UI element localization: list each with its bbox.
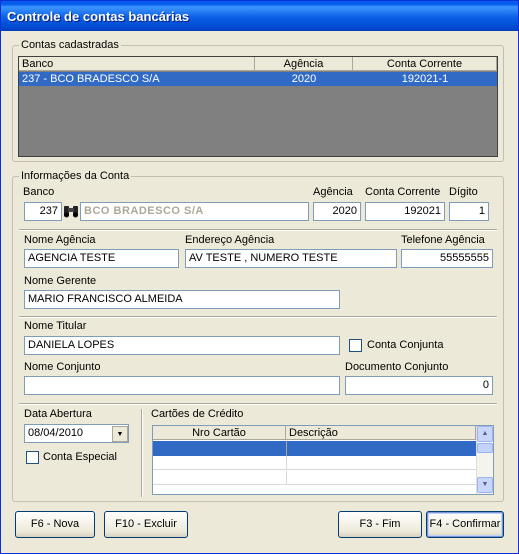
contas-cadastradas-legend: Contas cadastradas (19, 39, 121, 51)
table-row[interactable]: 237 - BCO BRADESCO S/A 2020 192021-1 (19, 72, 497, 86)
table-row[interactable] (153, 441, 476, 456)
telefone-agencia-field[interactable]: 55555555 (401, 249, 493, 268)
telefone-agencia-label: Telefone Agência (401, 234, 485, 246)
cartoes-scrollbar[interactable]: ▲ ▼ (476, 426, 493, 494)
cell-banco: 237 - BCO BRADESCO S/A (22, 73, 160, 85)
cartoes-grid[interactable]: Nro Cartão Descrição ▲ ▼ (152, 425, 494, 495)
cartoes-credito-label: Cartões de Crédito (151, 408, 244, 420)
documento-conjunto-label: Documento Conjunto (345, 361, 449, 373)
window-client: Contas cadastradas Banco Agência Conta C… (4, 31, 515, 551)
banco-codigo-field[interactable]: 237 (24, 202, 62, 221)
nome-conjunto-field[interactable] (24, 376, 340, 395)
grid-header-banco[interactable]: Banco (19, 57, 255, 71)
grid-header-conta[interactable]: Conta Corrente (353, 57, 497, 71)
nome-agencia-field[interactable]: AGENCIA TESTE (24, 249, 179, 268)
data-abertura-label: Data Abertura (24, 408, 92, 420)
digito-label: Dígito (449, 186, 478, 198)
banco-nome-field: BCO BRADESCO S/A (80, 202, 309, 221)
digito-field[interactable]: 1 (449, 202, 489, 221)
banco-label: Banco (23, 186, 55, 198)
documento-conjunto-field[interactable]: 0 (345, 376, 493, 395)
vertical-separator (141, 409, 143, 497)
contas-grid[interactable]: Banco Agência Conta Corrente 237 - BCO B… (18, 56, 498, 157)
table-row[interactable] (153, 471, 476, 485)
nome-gerente-label: Nome Gerente (24, 275, 97, 287)
separator (19, 316, 497, 318)
cell-conta: 192021-1 (401, 73, 449, 85)
separator (19, 229, 497, 231)
nova-button[interactable]: F6 - Nova (15, 511, 95, 538)
binoculars-icon[interactable] (63, 204, 79, 219)
grid-header-descricao[interactable]: Descrição (286, 426, 476, 440)
nome-gerente-field[interactable]: MARIO FRANCISCO ALMEIDA (24, 290, 340, 309)
conta-especial-checkbox[interactable] (26, 451, 39, 464)
confirmar-button[interactable]: F4 - Confirmar (426, 511, 504, 538)
informacoes-conta-legend: Informações da Conta (19, 170, 132, 182)
endereco-agencia-field[interactable]: AV TESTE , NUMERO TESTE (185, 249, 397, 268)
grid-header-nro-cartao[interactable]: Nro Cartão (153, 426, 286, 440)
title-bar[interactable]: Controle de contas bancárias (1, 1, 518, 31)
agencia-label: Agência (313, 186, 353, 198)
data-abertura-value: 08/04/2010 (28, 427, 84, 439)
chevron-down-icon[interactable]: ▼ (112, 426, 128, 442)
contas-cadastradas-group: Contas cadastradas Banco Agência Conta C… (12, 39, 504, 162)
table-row[interactable] (153, 456, 476, 470)
conta-conjunta-checkbox[interactable] (349, 339, 362, 352)
conta-conjunta-label[interactable]: Conta Conjunta (367, 339, 443, 351)
separator (19, 403, 497, 405)
window-title: Controle de contas bancárias (7, 9, 190, 24)
informacoes-conta-group: Informações da Conta Banco 237 BCO BRADE… (12, 170, 504, 502)
conta-corrente-label: Conta Corrente (365, 186, 441, 198)
nome-titular-field[interactable]: DANIELA LOPES (24, 336, 340, 355)
nome-conjunto-label: Nome Conjunto (24, 361, 101, 373)
main-window: Controle de contas bancárias Contas cada… (0, 0, 519, 554)
scroll-up-icon[interactable]: ▲ (477, 426, 493, 442)
grid-header-agencia[interactable]: Agência (255, 57, 353, 71)
cell-agencia: 2020 (291, 73, 317, 85)
endereco-agencia-label: Endereço Agência (185, 234, 275, 246)
conta-corrente-field[interactable]: 192021 (365, 202, 445, 221)
nome-titular-label: Nome Titular (24, 320, 87, 332)
scroll-down-icon[interactable]: ▼ (477, 477, 493, 493)
fim-button[interactable]: F3 - Fim (338, 511, 422, 538)
excluir-button[interactable]: F10 - Excluir (104, 511, 188, 538)
agencia-field[interactable]: 2020 (313, 202, 361, 221)
conta-especial-label[interactable]: Conta Especial (43, 451, 117, 463)
nome-agencia-label: Nome Agência (24, 234, 96, 246)
scroll-thumb[interactable] (477, 443, 493, 453)
